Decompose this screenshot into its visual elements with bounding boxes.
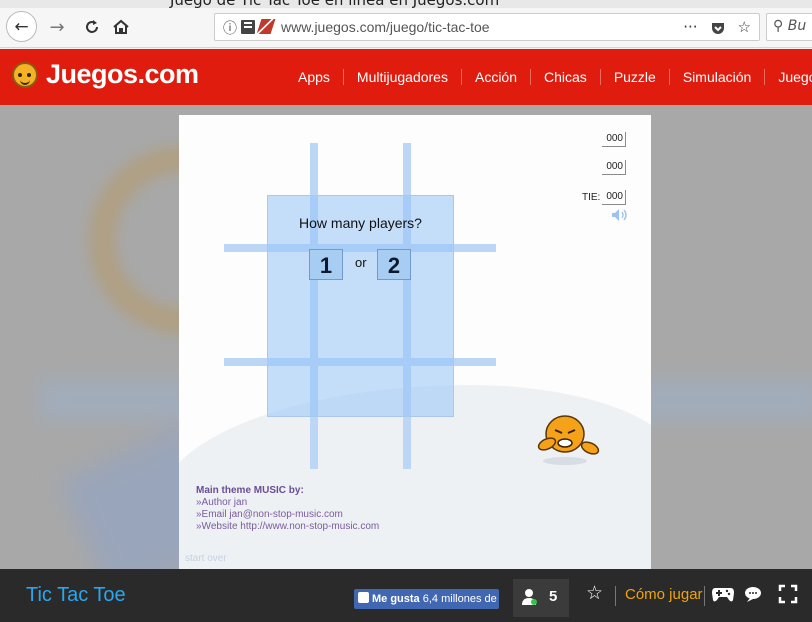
nav-item-puzzle[interactable]: Puzzle [599,69,669,85]
back-button[interactable]: ← [6,11,37,42]
two-player-button[interactable]: 2 [377,249,411,280]
score-o: 000 [602,160,626,175]
site-logo[interactable]: Juegos.com [46,59,199,90]
credits-website[interactable]: »Website http://www.non-stop-music.com [196,521,379,533]
search-placeholder: ⚲ Bu [773,18,807,34]
reload-icon [86,20,98,33]
score-x: 000 [602,132,626,147]
site-header: Juegos.com Apps Multijugadores Acción Ch… [0,49,812,105]
arrow-left-icon: ← [14,16,29,37]
or-label: or [355,255,367,270]
music-credits: Main theme MUSIC by: »Author jan »Email … [196,485,379,533]
nav-item-chicas[interactable]: Chicas [530,69,600,85]
home-button[interactable] [106,12,136,42]
nav-item-accion[interactable]: Acción [460,69,530,85]
one-player-button[interactable]: 1 [309,249,343,280]
credits-heading: Main theme MUSIC by: [196,485,304,496]
user-icon [522,589,537,605]
tracking-protection-icon[interactable] [241,20,255,34]
score-tie: 000 [602,190,626,205]
like-label: Me gusta [372,593,420,605]
players-online[interactable]: 5 [513,579,569,617]
game-canvas[interactable]: How many players? 1 or 2 000 000 TIE: 00… [179,115,651,569]
arrow-right-icon: → [49,16,65,38]
credits-email[interactable]: »Email jan@non-stop-music.com [196,509,379,521]
search-box[interactable]: ⚲ Bu [766,13,812,41]
blocked-permission-icon[interactable] [256,19,276,34]
start-over-link[interactable]: start over [185,553,227,564]
divider [615,586,616,606]
mascot-character-icon [537,415,600,465]
player-select-prompt: How many players? [299,215,422,231]
favorite-star-icon[interactable]: ☆ [586,582,603,604]
nav-item-multijugadores[interactable]: Multijugadores [342,69,461,85]
nav-item-juegos[interactable]: Juegos [764,69,812,85]
page-actions: ··· ☆ [683,18,751,36]
home-icon [113,19,129,34]
forward-button[interactable]: → [42,12,72,42]
tie-label: TIE: [582,192,601,203]
game-area: How many players? 1 or 2 000 000 TIE: 00… [0,105,812,569]
player-count: 5 [549,588,558,605]
ellipsis-icon[interactable]: ··· [683,18,697,36]
browser-toolbar: ← → ⓘ www.juegos.com/juego/tic-tac-toe ·… [0,8,812,48]
reload-button[interactable] [77,12,107,42]
gamepad-icon[interactable] [712,585,734,603]
chat-bubble-icon[interactable] [744,586,762,602]
nav-item-simulacion[interactable]: Simulación [668,69,764,85]
site-nav: Apps Multijugadores Acción Chicas Puzzle… [285,49,812,105]
window-title: Juego de Tic Tac Toe en línea en Juegos.… [170,0,499,8]
pocket-icon[interactable] [710,20,726,36]
url-text[interactable]: www.juegos.com/juego/tic-tac-toe [281,19,490,35]
facebook-like-button[interactable]: Me gusta 6,4 millones de [354,589,499,609]
star-outline-icon[interactable]: ☆ [738,18,751,36]
mascot-logo-icon[interactable] [12,62,38,88]
credits-author: »Author jan [196,497,248,508]
sound-icon[interactable] [611,208,629,222]
game-title: Tic Tac Toe [26,584,126,606]
nav-item-apps[interactable]: Apps [285,69,343,85]
thumbs-up-icon [358,592,369,603]
fullscreen-icon[interactable] [778,584,798,604]
window-title-strip: Juego de Tic Tac Toe en línea en Juegos.… [0,0,812,8]
info-icon[interactable]: ⓘ [223,18,237,38]
like-count: 6,4 millones de [422,593,497,605]
how-to-play-link[interactable]: Cómo jugar [625,586,703,603]
url-bar[interactable]: ⓘ www.juegos.com/juego/tic-tac-toe ··· ☆ [214,13,760,41]
divider [704,586,705,606]
game-bottom-bar: Tic Tac Toe Me gusta 6,4 millones de 5 ☆… [0,569,812,622]
